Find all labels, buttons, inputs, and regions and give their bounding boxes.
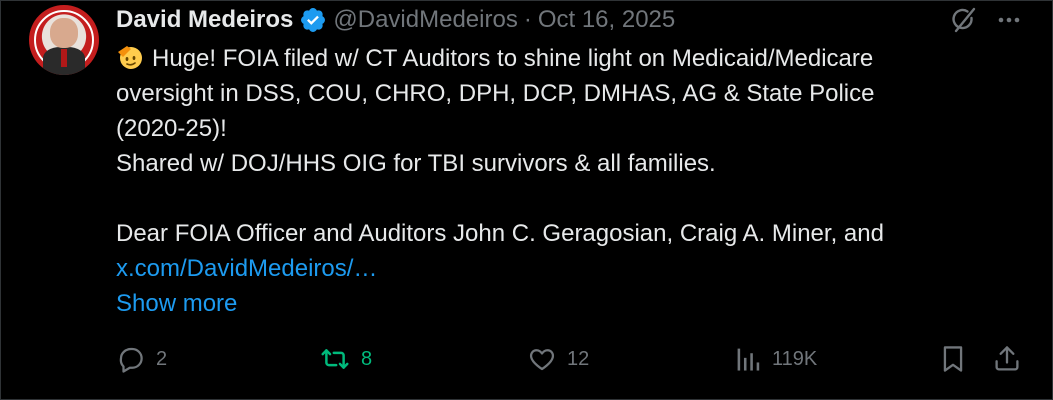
tweet-line-7: x.com/DavidMedeiros/…	[116, 251, 1016, 286]
views-icon	[734, 344, 762, 374]
share-button[interactable]	[993, 339, 1021, 379]
avatar-tie	[61, 49, 67, 67]
action-bar: 2 8 12 119K	[1, 339, 1053, 379]
tweet-line-2: oversight in DSS, COU, CHRO, DPH, DCP, D…	[116, 80, 875, 107]
tweet-link[interactable]: x.com/DavidMedeiros/…	[116, 255, 377, 282]
reply-button[interactable]: 2	[116, 339, 167, 379]
verified-badge-icon[interactable]	[299, 6, 327, 34]
tweet-header: David Medeiros @DavidMedeiros · Oct 16, …	[116, 5, 675, 35]
share-icon	[993, 344, 1021, 374]
tweet-line-1: Huge! FOIA filed w/ CT Auditors to shine…	[116, 41, 1016, 76]
avatar-face	[50, 18, 78, 48]
like-button[interactable]: 12	[527, 339, 589, 379]
tweet-line-5	[116, 181, 1016, 216]
views-count: 119K	[772, 347, 818, 370]
tweet-line-1-text: Huge! FOIA filed w/ CT Auditors to shine…	[152, 45, 874, 72]
like-count: 12	[567, 347, 590, 370]
author-handle[interactable]: @DavidMedeiros	[333, 6, 517, 34]
more-icon[interactable]	[996, 7, 1022, 33]
author-name[interactable]: David Medeiros	[116, 6, 293, 34]
top-right-icons	[948, 5, 1022, 35]
header-separator: ·	[523, 6, 532, 33]
like-icon	[527, 344, 557, 374]
tweet-line-8: Show more	[116, 286, 1016, 321]
tweet-text: Huge! FOIA filed w/ CT Auditors to shine…	[116, 41, 1016, 321]
tweet-line-6: Dear FOIA Officer and Auditors John C. G…	[116, 220, 884, 247]
tweet-date[interactable]: Oct 16, 2025	[538, 6, 675, 34]
show-more-link[interactable]: Show more	[116, 290, 237, 317]
bookmark-icon	[939, 344, 967, 374]
avatar[interactable]	[29, 5, 99, 75]
repost-icon	[319, 344, 351, 374]
tweet-line-4: Shared w/ DOJ/HHS OIG for TBI survivors …	[116, 150, 716, 177]
tweet-line-3: (2020-25)!	[116, 115, 227, 142]
bookmark-button[interactable]	[939, 339, 967, 379]
repost-count: 8	[361, 347, 373, 370]
saluting-face-emoji	[116, 43, 144, 71]
reply-count: 2	[156, 347, 168, 370]
tweet-card[interactable]: David Medeiros @DavidMedeiros · Oct 16, …	[0, 0, 1053, 400]
views-button[interactable]: 119K	[734, 339, 817, 379]
reply-icon	[116, 344, 146, 374]
repost-button[interactable]: 8	[319, 339, 372, 379]
grok-icon[interactable]	[948, 5, 978, 35]
